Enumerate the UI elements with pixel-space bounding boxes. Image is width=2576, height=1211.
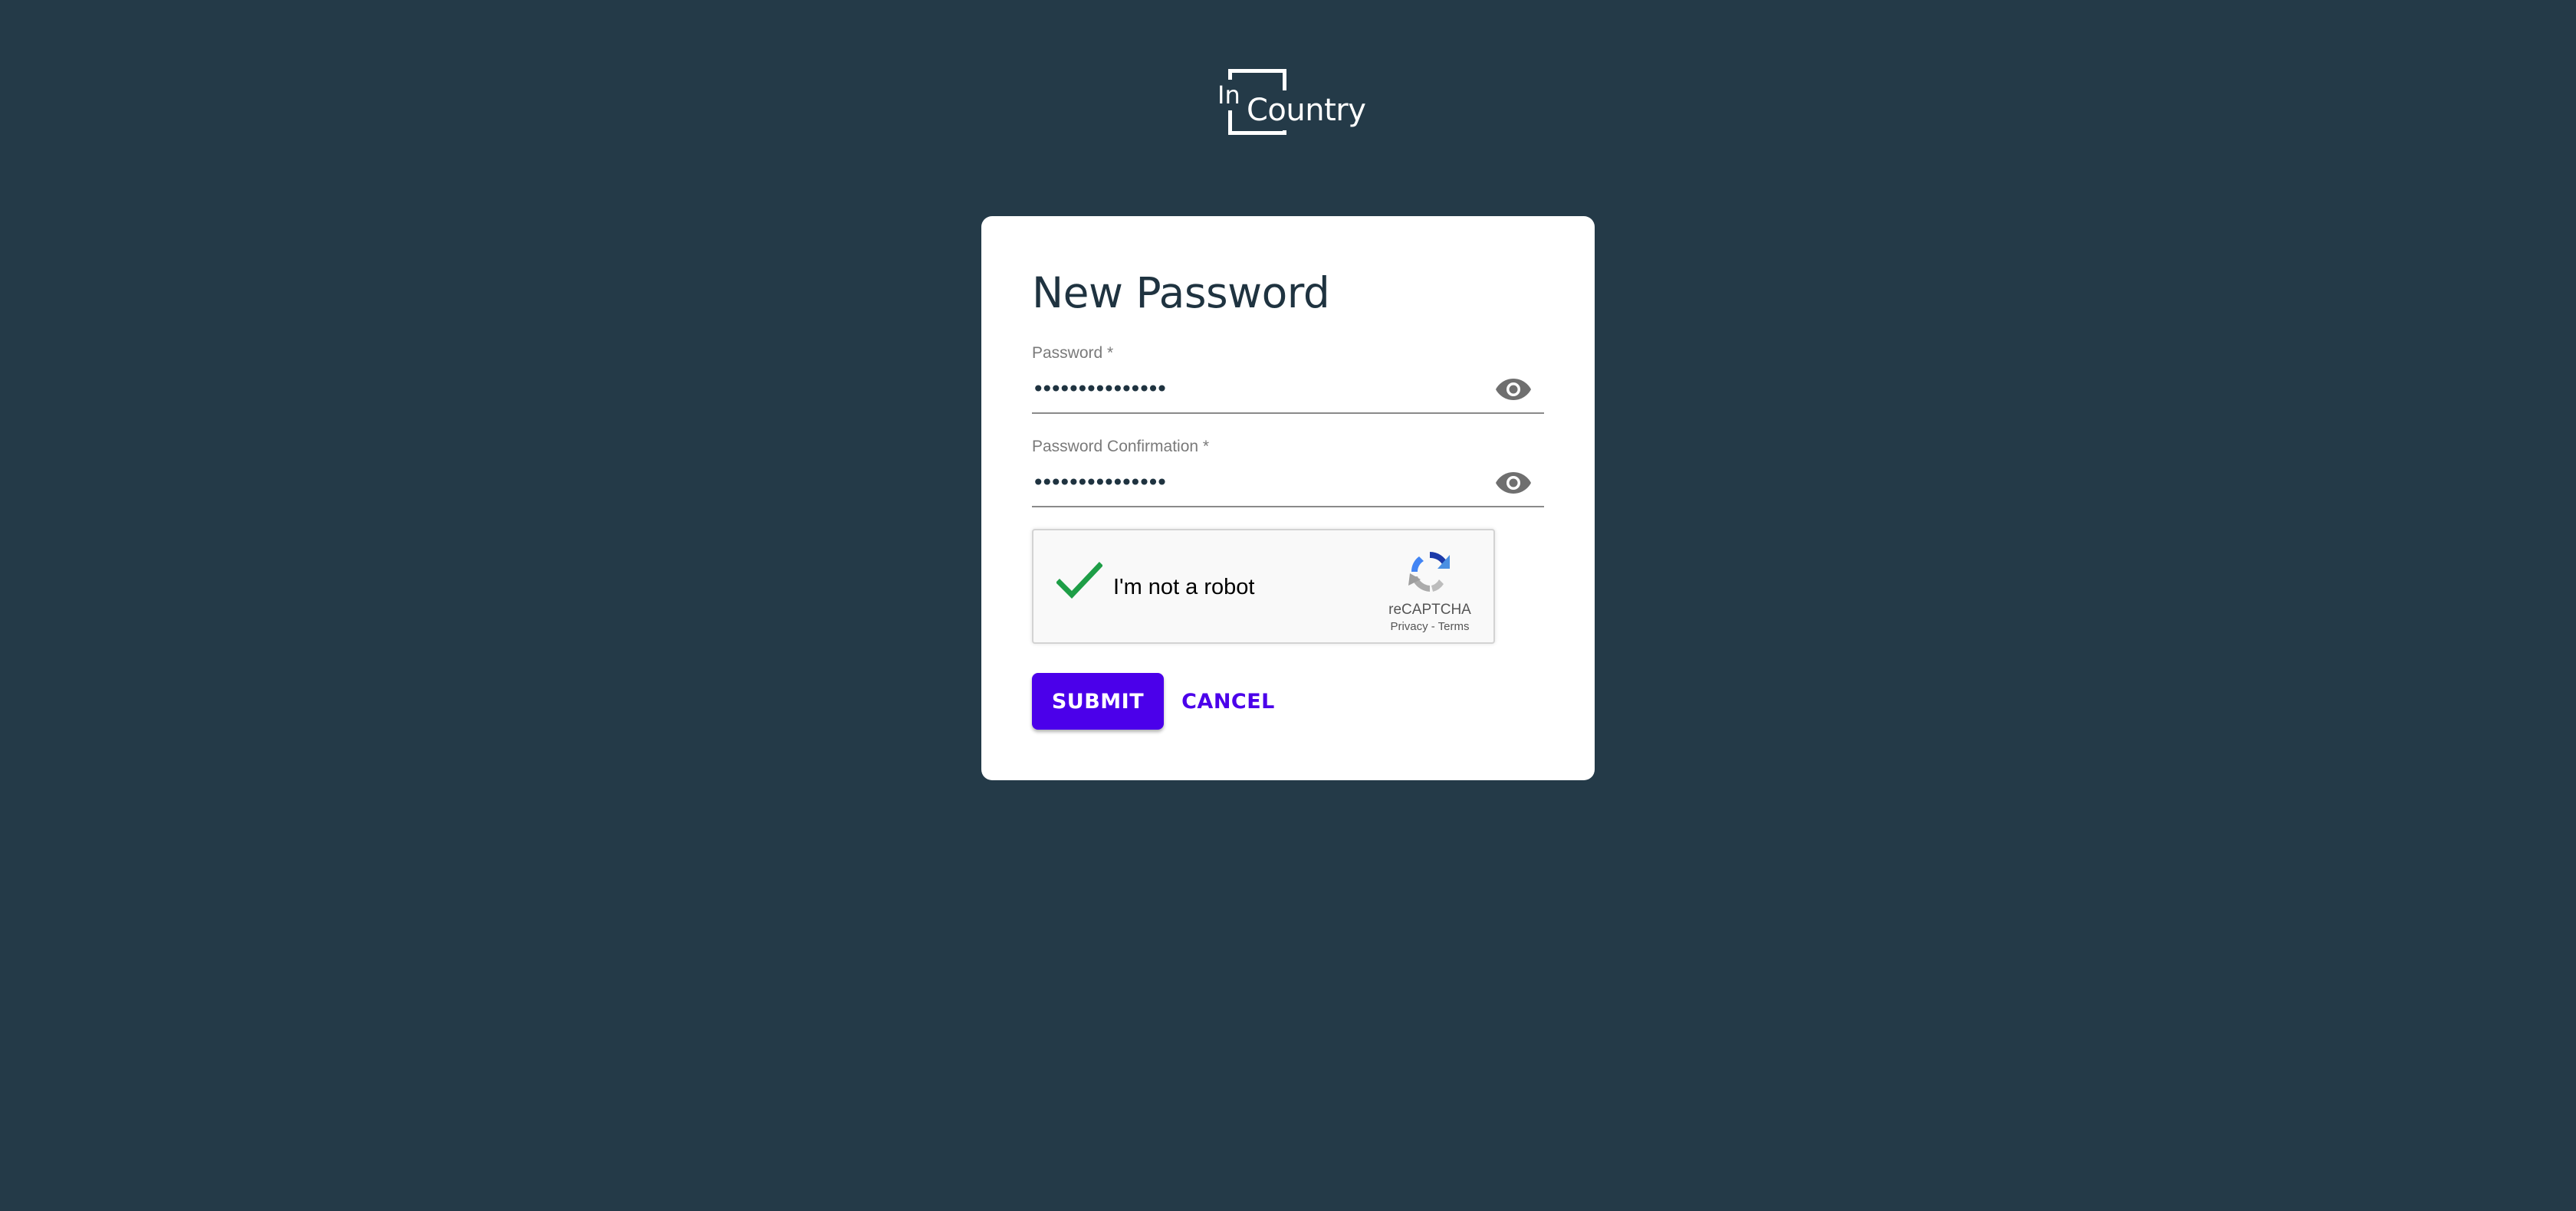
password-input[interactable]: ••••••••••••••• [1032,374,1168,405]
checkmark-icon[interactable] [1056,561,1102,601]
recaptcha-links[interactable]: Privacy - Terms [1380,619,1480,635]
recaptcha-brand: reCAPTCHA [1388,602,1471,618]
password-label: Password * [1032,344,1114,362]
cancel-button[interactable]: CANCEL [1176,673,1280,730]
incountry-logo: In Country [1216,66,1368,143]
submit-button[interactable]: SUBMIT [1032,673,1164,730]
password-confirmation-label: Password Confirmation * [1032,438,1210,455]
new-password-card: New Password Password * ••••••••••••••• … [981,216,1595,780]
password-confirmation-input[interactable]: ••••••••••••••• [1032,468,1168,498]
password-underline [1032,412,1544,414]
recaptcha-widget[interactable]: I'm not a robot reCAPTCHA Privacy - Term… [1032,529,1495,644]
page-title: New Password [1032,268,1330,317]
eye-icon[interactable] [1495,469,1532,497]
password-field[interactable]: Password * ••••••••••••••• [1032,343,1544,414]
logo-in-text: In [1216,80,1244,110]
password-confirmation-field[interactable]: Password Confirmation * ••••••••••••••• [1032,437,1544,507]
logo-country-text: Country [1245,90,1368,130]
recaptcha-logo-icon [1408,552,1450,592]
recaptcha-branding: reCAPTCHA Privacy - Terms [1380,546,1480,636]
eye-icon[interactable] [1495,376,1532,403]
recaptcha-label: I'm not a robot [1113,575,1255,599]
password-confirmation-underline [1032,506,1544,507]
